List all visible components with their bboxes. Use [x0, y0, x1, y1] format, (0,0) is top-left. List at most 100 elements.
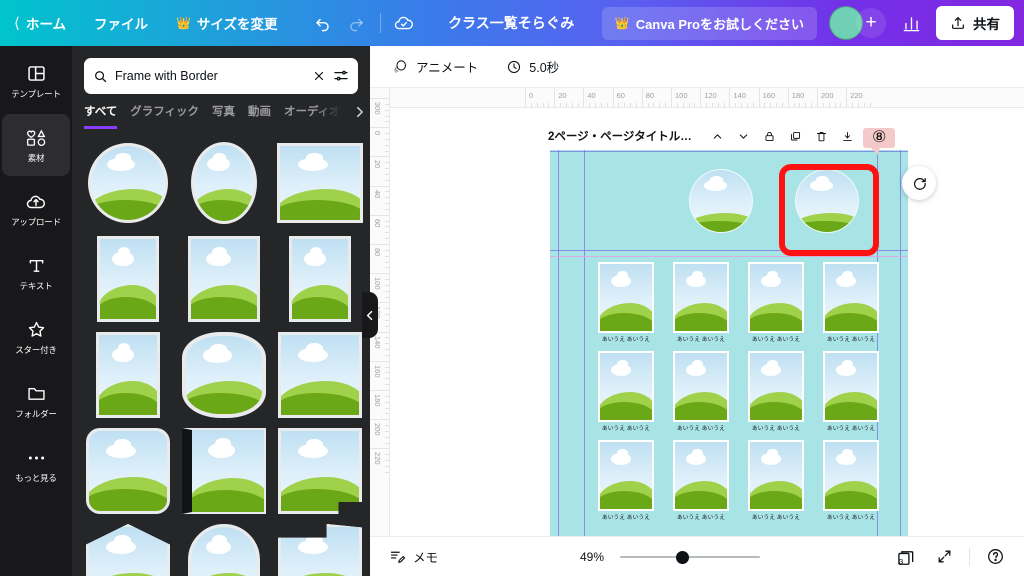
card-element[interactable]: あいうえ あいうえ — [673, 440, 729, 521]
card-element[interactable]: あいうえ あいうえ — [748, 440, 804, 521]
circle-frame-element[interactable] — [690, 170, 752, 232]
lock-page-button[interactable] — [758, 124, 782, 148]
sidebar-label: テキスト — [19, 280, 53, 291]
ruler-minor-tick — [385, 249, 389, 251]
page-manager-button[interactable]: 3 — [887, 541, 927, 573]
undo-button[interactable] — [306, 6, 340, 40]
notes-button[interactable]: メモ — [380, 542, 447, 571]
card-element[interactable]: あいうえ あいうえ — [598, 351, 654, 432]
search-box[interactable]: Frame with Border — [84, 58, 358, 94]
file-menu-button[interactable]: ファイル — [80, 7, 162, 39]
redo-button[interactable] — [340, 6, 374, 40]
card-element[interactable]: あいうえ あいうえ — [673, 351, 729, 432]
ruler-minor-tick — [635, 103, 637, 107]
sidebar-item-more[interactable]: もっと見る — [2, 434, 70, 496]
card-element[interactable]: あいうえ あいうえ — [823, 351, 879, 432]
replace-frame-button[interactable] — [902, 166, 936, 200]
frame-portrait-4 — [96, 332, 160, 418]
ruler-minor-tick — [653, 103, 655, 107]
collapse-panel-button[interactable] — [362, 292, 378, 338]
result-item[interactable] — [276, 331, 364, 419]
sidebar-item-templates[interactable]: テンプレート — [2, 50, 70, 112]
cloud-icon — [114, 153, 131, 163]
ruler-minor-tick — [385, 109, 389, 111]
analytics-button[interactable] — [894, 6, 928, 40]
card-element[interactable]: あいうえ あいうえ — [823, 262, 879, 343]
tabs-next-button[interactable] — [355, 106, 364, 121]
ruler-gridline — [583, 88, 585, 107]
move-page-up-button[interactable] — [706, 124, 730, 148]
search-filters-button[interactable] — [333, 68, 349, 84]
zoom-slider[interactable] — [620, 550, 761, 564]
result-item[interactable] — [180, 235, 268, 323]
resize-button[interactable]: 👑 サイズを変更 — [162, 7, 292, 39]
result-item[interactable] — [84, 523, 172, 576]
try-canva-pro-button[interactable]: 👑 Canva Proをお試しください — [601, 6, 817, 40]
card-element[interactable]: あいうえ あいうえ — [598, 262, 654, 343]
text-icon — [26, 255, 47, 277]
move-page-down-button[interactable] — [732, 124, 756, 148]
ruler-minor-tick — [385, 232, 389, 234]
guide-line — [900, 150, 901, 576]
canvas-scroll-area[interactable]: 2ページ・ページタイトル… あいうえ あいうえ あいうえ あいうえ あいうえ あ… — [390, 108, 1024, 576]
tab-audio[interactable]: オーディオ — [284, 103, 341, 129]
sidebar-item-text[interactable]: テキスト — [2, 242, 70, 304]
card-image — [598, 262, 654, 333]
fullscreen-button[interactable] — [927, 543, 962, 570]
result-item[interactable] — [276, 139, 364, 227]
animate-label: アニメート — [416, 61, 479, 75]
result-item[interactable] — [276, 427, 364, 515]
sidebar-item-starred[interactable]: スター付き — [2, 306, 70, 368]
result-item[interactable] — [84, 427, 172, 515]
ruler-minor-tick — [385, 442, 389, 444]
result-item[interactable] — [180, 523, 268, 576]
result-item[interactable] — [84, 139, 172, 227]
page-title[interactable]: 2ページ・ページタイトル… — [548, 128, 692, 144]
result-item[interactable] — [180, 427, 268, 515]
tab-videos[interactable]: 動画 — [248, 103, 271, 129]
duration-button[interactable]: 5.0秒 — [496, 51, 569, 82]
result-item[interactable] — [276, 235, 364, 323]
card-element[interactable]: あいうえ あいうえ — [748, 262, 804, 343]
document-title[interactable]: クラス一覧そらぐみ — [436, 7, 586, 39]
clear-search-button[interactable] — [312, 69, 326, 83]
tab-all[interactable]: すべて — [84, 103, 118, 129]
help-button[interactable] — [977, 542, 1014, 571]
result-item[interactable] — [276, 523, 364, 576]
result-item[interactable] — [84, 235, 172, 323]
zoom-slider-knob[interactable] — [676, 550, 690, 564]
home-button[interactable]: ⟨ ホーム — [0, 7, 80, 39]
ruler-minor-tick — [571, 103, 573, 107]
ruler-minor-tick — [688, 103, 690, 107]
share-button[interactable]: 共有 — [936, 6, 1014, 40]
card-element[interactable]: あいうえ あいうえ — [598, 440, 654, 521]
animate-button[interactable]: アニメート — [382, 51, 488, 82]
search-input[interactable]: Frame with Border — [115, 69, 305, 83]
ruler-minor-tick — [385, 366, 389, 368]
ruler-minor-tick — [793, 103, 795, 107]
card-element[interactable]: あいうえ あいうえ — [748, 351, 804, 432]
ruler-minor-tick — [385, 168, 389, 170]
page-canvas[interactable]: あいうえ あいうえ あいうえ あいうえ あいうえ あいうえ あいうえ あいうえ あいうえ… — [550, 150, 908, 576]
duplicate-page-button[interactable] — [784, 124, 808, 148]
result-item[interactable] — [180, 331, 268, 419]
ruler-minor-tick — [764, 103, 766, 107]
sidebar-item-uploads[interactable]: アップロード — [2, 178, 70, 240]
delete-page-button[interactable] — [810, 124, 834, 148]
tab-graphics[interactable]: グラフィック — [130, 103, 199, 129]
circle-frame-element-selected[interactable] — [796, 170, 858, 232]
cloud-saved-button[interactable] — [387, 6, 421, 40]
sidebar-label: アップロード — [11, 216, 61, 227]
sidebar-item-folders[interactable]: フォルダー — [2, 370, 70, 432]
sidebar-item-elements[interactable]: 素材 — [2, 114, 70, 176]
ruler-minor-tick — [589, 103, 591, 107]
tab-photos[interactable]: 写真 — [212, 103, 235, 129]
add-page-button[interactable] — [836, 124, 860, 148]
card-element[interactable]: あいうえ あいうえ — [823, 440, 879, 521]
filter-sliders-icon — [334, 70, 348, 81]
result-item[interactable] — [180, 139, 268, 227]
add-collaborator-button[interactable]: + — [856, 8, 886, 38]
horizontal-ruler[interactable]: 0 20 40 60 80 100 120 140 160 180 200 220 — [370, 88, 1024, 108]
result-item[interactable] — [84, 331, 172, 419]
card-element[interactable]: あいうえ あいうえ — [673, 262, 729, 343]
